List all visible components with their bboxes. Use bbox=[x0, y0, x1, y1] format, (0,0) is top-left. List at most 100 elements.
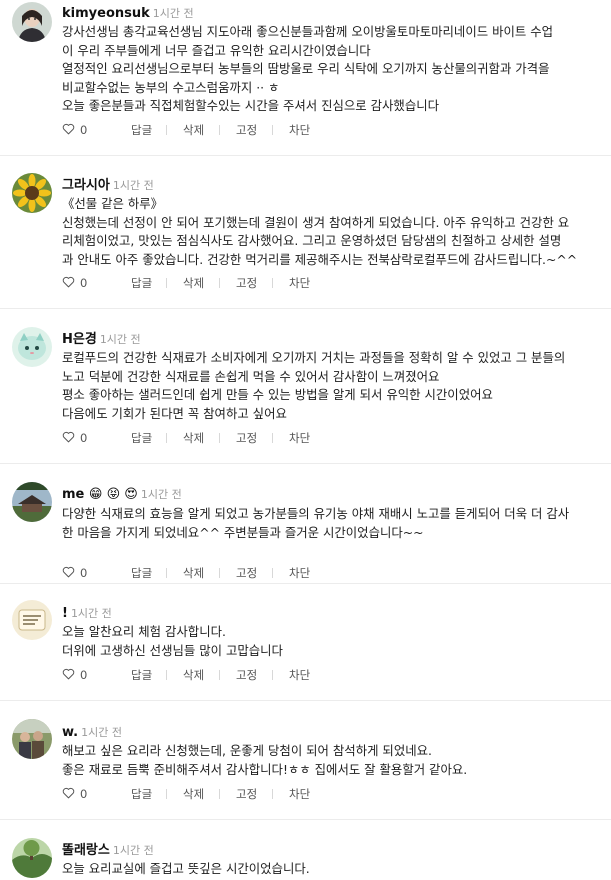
block-button[interactable]: 차단 bbox=[289, 121, 310, 139]
comment-line: 리체험이었고, 맛있는 점심식사도 감사했어요. 그리고 운영하셨던 담당샘의 … bbox=[62, 233, 562, 248]
separator bbox=[166, 125, 167, 135]
heart-icon bbox=[62, 431, 75, 446]
comment-header: me 😁 😝 😍 1시간 전 bbox=[62, 483, 182, 503]
username[interactable]: H은경 bbox=[62, 332, 97, 347]
comment-line: 비교할수없는 농부의 수고스럼움까지 ·· ㅎ bbox=[62, 79, 280, 95]
separator bbox=[219, 568, 220, 578]
separator bbox=[272, 125, 273, 135]
like-button[interactable]: 0 bbox=[62, 666, 87, 684]
username[interactable]: kimyeonsuk bbox=[62, 6, 150, 21]
username-emojis: 😁 😝 😍 bbox=[88, 487, 138, 502]
timestamp: 1시간 전 bbox=[152, 7, 194, 20]
heart-icon bbox=[62, 123, 75, 138]
comment-line: 한 마음을 가지게 되었네요^^ 주변분들과 즐거운 시간이었습니다~~ bbox=[62, 524, 424, 540]
comment-line: 열정적인 요리선생님으로부터 농부들의 땀방울로 우리 식탁에 오기까지 농산물… bbox=[62, 61, 550, 76]
separator bbox=[272, 568, 273, 578]
timestamp: 1시간 전 bbox=[140, 488, 182, 501]
block-button[interactable]: 차단 bbox=[289, 785, 310, 803]
comment-body: 다양한 식재료의 효능을 알게 되었고 농가분들의 유기농 야채 재배시 노고를… bbox=[62, 505, 598, 542]
like-button[interactable]: 0 bbox=[62, 121, 87, 139]
heart-icon bbox=[62, 276, 75, 291]
reply-button[interactable]: 답글 bbox=[131, 666, 152, 684]
username[interactable]: me 😁 😝 😍 bbox=[62, 487, 138, 502]
avatar[interactable] bbox=[12, 2, 52, 42]
separator bbox=[272, 433, 273, 443]
pin-button[interactable]: 고정 bbox=[236, 785, 257, 803]
separator bbox=[166, 433, 167, 443]
like-button[interactable]: 0 bbox=[62, 274, 87, 292]
separator bbox=[272, 789, 273, 799]
delete-button[interactable]: 삭제 bbox=[183, 121, 204, 139]
avatar[interactable] bbox=[12, 173, 52, 213]
divider bbox=[0, 583, 611, 584]
heart-icon bbox=[62, 787, 75, 802]
like-count: 0 bbox=[80, 123, 88, 137]
block-button[interactable]: 차단 bbox=[289, 564, 310, 582]
avatar[interactable] bbox=[12, 719, 52, 759]
reply-button[interactable]: 답글 bbox=[131, 121, 152, 139]
like-count: 0 bbox=[80, 668, 88, 682]
reply-button[interactable]: 답글 bbox=[131, 564, 152, 582]
separator bbox=[166, 278, 167, 288]
delete-button[interactable]: 삭제 bbox=[183, 274, 204, 292]
comment-line: 오늘 좋은분들과 직접체험할수있는 시간을 주셔서 진심으로 감사했습니다 bbox=[62, 98, 440, 113]
separator bbox=[219, 670, 220, 680]
separator bbox=[219, 278, 220, 288]
pin-button[interactable]: 고정 bbox=[236, 274, 257, 292]
delete-button[interactable]: 삭제 bbox=[183, 785, 204, 803]
username[interactable]: 그라시아 bbox=[62, 178, 110, 193]
heart-icon bbox=[62, 668, 75, 683]
like-count: 0 bbox=[80, 431, 88, 445]
like-count: 0 bbox=[80, 276, 88, 290]
timestamp: 1시간 전 bbox=[112, 179, 154, 192]
timestamp: 1시간 전 bbox=[99, 333, 141, 346]
block-button[interactable]: 차단 bbox=[289, 666, 310, 684]
comment-line: 《선물 같은 하루》 bbox=[62, 196, 164, 211]
comment-line: 오늘 요리교실에 즐겁고 뜻깊은 시간이었습니다. bbox=[62, 861, 310, 876]
username[interactable]: w. bbox=[62, 725, 78, 740]
avatar[interactable] bbox=[12, 838, 52, 878]
separator bbox=[166, 789, 167, 799]
pin-button[interactable]: 고정 bbox=[236, 429, 257, 447]
delete-button[interactable]: 삭제 bbox=[183, 429, 204, 447]
comment-line: 신청했는데 선정이 안 되어 포기했는데 결원이 생겨 참여하게 되었습니다. … bbox=[62, 214, 570, 230]
reply-button[interactable]: 답글 bbox=[131, 429, 152, 447]
like-button[interactable]: 0 bbox=[62, 429, 87, 447]
delete-button[interactable]: 삭제 bbox=[183, 564, 204, 582]
comment-line: 오늘 알찬요리 체험 감사합니다. bbox=[62, 624, 226, 639]
pin-button[interactable]: 고정 bbox=[236, 121, 257, 139]
like-button[interactable]: 0 bbox=[62, 564, 87, 582]
divider bbox=[0, 463, 611, 464]
pin-button[interactable]: 고정 bbox=[236, 564, 257, 582]
comment-line: 노고 덕분에 건강한 식재료를 손쉽게 먹을 수 있어서 감사함이 느껴졌어요 bbox=[62, 368, 440, 384]
comment-line: 강사선생님 총각교육선생님 지도아래 좋으신분들과함께 오이방울토마토마리네이드… bbox=[62, 24, 554, 39]
like-count: 0 bbox=[80, 566, 88, 580]
comment-line: 이 우리 주부들에게 너무 즐겁고 유익한 요리시간이였습니다 bbox=[62, 42, 371, 58]
block-button[interactable]: 차단 bbox=[289, 274, 310, 292]
reply-button[interactable]: 답글 bbox=[131, 785, 152, 803]
divider bbox=[0, 308, 611, 309]
divider bbox=[0, 155, 611, 156]
avatar[interactable] bbox=[12, 482, 52, 522]
avatar[interactable] bbox=[12, 327, 52, 367]
comment-header: 똘래랑스 1시간 전 bbox=[62, 839, 154, 859]
heart-icon bbox=[62, 566, 75, 581]
comment-body: 오늘 알찬요리 체험 감사합니다. 더위에 고생하신 선생님들 많이 고맙습니다 bbox=[62, 623, 598, 660]
comment-body: 해보고 싶은 요리라 신청했는데, 운좋게 당첨이 되어 참석하게 되었네요. … bbox=[62, 742, 598, 779]
comment-header: kimyeonsuk 1시간 전 bbox=[62, 2, 194, 22]
comment-header: ! 1시간 전 bbox=[62, 602, 112, 622]
comment-line: 평소 좋아하는 샐러드인데 쉽게 만들 수 있는 방법을 알게 되서 유익한 시… bbox=[62, 387, 493, 402]
delete-button[interactable]: 삭제 bbox=[183, 666, 204, 684]
avatar[interactable] bbox=[12, 600, 52, 640]
username[interactable]: 똘래랑스 bbox=[62, 843, 110, 858]
timestamp: 1시간 전 bbox=[112, 844, 154, 857]
like-button[interactable]: 0 bbox=[62, 785, 87, 803]
pin-button[interactable]: 고정 bbox=[236, 666, 257, 684]
comment-line: 다양한 식재료의 효능을 알게 되었고 농가분들의 유기농 야채 재배시 노고를… bbox=[62, 506, 570, 521]
username[interactable]: ! bbox=[62, 606, 68, 621]
reply-button[interactable]: 답글 bbox=[131, 274, 152, 292]
timestamp: 1시간 전 bbox=[70, 607, 112, 620]
separator bbox=[272, 670, 273, 680]
block-button[interactable]: 차단 bbox=[289, 429, 310, 447]
divider bbox=[0, 819, 611, 820]
